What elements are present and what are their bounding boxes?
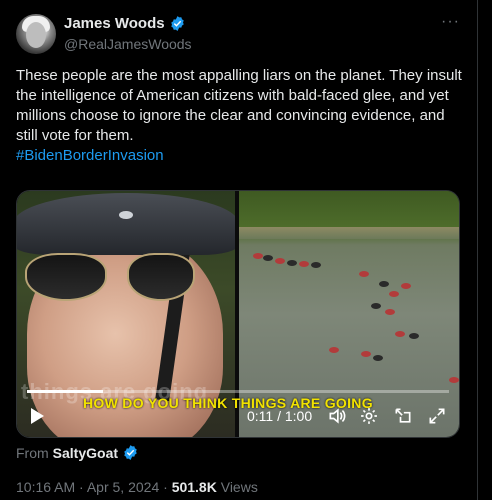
helmet-logo: [119, 211, 133, 219]
swimmer: [263, 255, 273, 261]
author-display-name[interactable]: James Woods: [64, 15, 165, 32]
video-time: 0:11 / 1:00: [247, 408, 313, 424]
swimmer: [449, 377, 459, 383]
swimmer: [329, 347, 339, 353]
tweet-meta: 10:16 AM · Apr 5, 2024 · 501.8K Views: [16, 479, 258, 495]
views-count: 501.8K: [171, 479, 217, 495]
tweet-time[interactable]: 10:16 AM: [16, 479, 75, 495]
video-progress-fill: [27, 390, 103, 393]
settings-gear-icon[interactable]: [359, 406, 379, 426]
swimmer: [389, 291, 399, 297]
avatar-face: [26, 22, 46, 48]
swimmer: [311, 262, 321, 268]
swimmer: [395, 331, 405, 337]
fullscreen-icon[interactable]: [427, 406, 447, 426]
picture-in-picture-icon[interactable]: [393, 406, 413, 426]
meta-separator: ·: [163, 479, 168, 495]
tweet-body: These people are the most appalling liar…: [16, 67, 462, 144]
bike-helmet: [17, 193, 235, 255]
swimmer: [371, 303, 381, 309]
swimmer: [361, 351, 371, 357]
tweet-text: These people are the most appalling liar…: [16, 66, 466, 166]
riverbank-trees: [239, 191, 459, 231]
swimmer: [379, 281, 389, 287]
source-account-link[interactable]: SaltyGoat: [53, 445, 118, 461]
author-name-row: James Woods: [64, 15, 186, 32]
sunglasses-right-lens: [127, 253, 195, 301]
hashtag-link[interactable]: #BidenBorderInvasion: [16, 146, 466, 166]
tweet-card: James Woods @RealJamesWoods ··· These pe…: [0, 0, 478, 500]
swimmer: [287, 260, 297, 266]
video-source: From SaltyGoat: [16, 444, 139, 461]
meta-separator: ·: [79, 479, 84, 495]
swimmer: [409, 333, 419, 339]
verified-badge-icon: [124, 445, 137, 460]
source-prefix: From: [16, 444, 49, 461]
video-player[interactable]: things are going HOW DO YOU THINK THINGS…: [16, 190, 460, 438]
play-icon[interactable]: [31, 408, 44, 424]
swimmer: [385, 309, 395, 315]
swimmer: [373, 355, 383, 361]
avatar[interactable]: [16, 14, 56, 54]
video-progress-bar[interactable]: [27, 390, 449, 393]
swimmer: [299, 261, 309, 267]
swimmer: [401, 283, 411, 289]
volume-icon[interactable]: [327, 406, 347, 426]
more-options-icon[interactable]: ···: [441, 13, 460, 31]
views-label: Views: [220, 479, 258, 495]
swimmer: [359, 271, 369, 277]
author-handle[interactable]: @RealJamesWoods: [64, 36, 192, 52]
riverbank: [239, 227, 459, 239]
swimmer: [275, 258, 285, 264]
sunglasses-left-lens: [25, 253, 107, 301]
swimmer: [253, 253, 263, 259]
tweet-date[interactable]: Apr 5, 2024: [87, 479, 159, 495]
verified-badge-icon: [170, 16, 184, 31]
